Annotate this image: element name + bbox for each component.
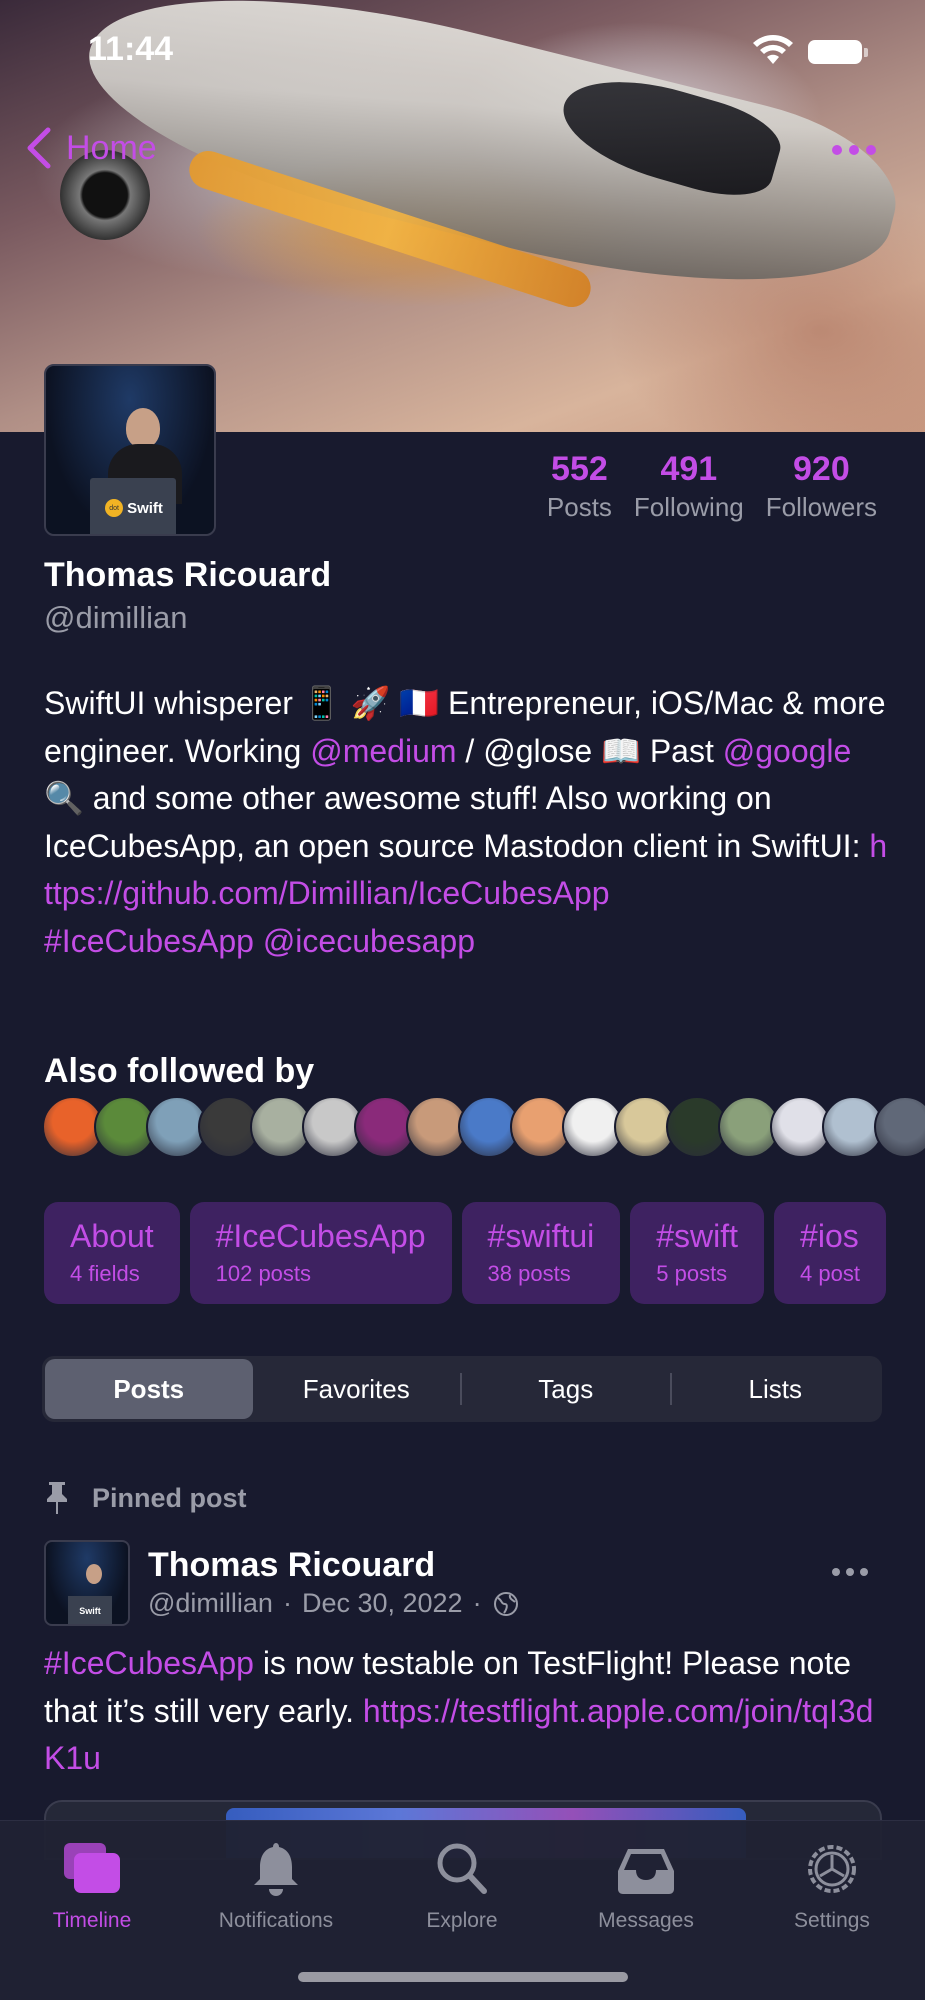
globe-icon: [493, 1591, 518, 1616]
stat-following-label: Following: [633, 491, 744, 522]
timeline-icon: [64, 1843, 120, 1893]
stat-following[interactable]: 491 Following: [633, 450, 744, 523]
also-followed-avatars[interactable]: [42, 1096, 925, 1160]
home-indicator: [298, 1972, 628, 1982]
stat-following-value: 491: [660, 450, 718, 488]
profile-display-name: Thomas Ricouard: [44, 556, 332, 594]
profile-handle: @dimillian: [44, 600, 188, 635]
profile-stats: 552 Posts 491 Following 920 Followers: [546, 450, 877, 523]
pinned-post-label: Pinned post: [92, 1482, 247, 1513]
post-author-name[interactable]: Thomas Ricouard: [148, 1546, 435, 1585]
avatar-logo: dot Swift: [98, 494, 170, 522]
stat-followers-label: Followers: [765, 491, 877, 522]
more-options-icon[interactable]: [832, 138, 882, 162]
follower-avatar[interactable]: [874, 1096, 925, 1158]
bell-icon: [254, 1843, 298, 1896]
avatar-badge: dot: [105, 499, 124, 517]
post-more-options-icon[interactable]: [832, 1568, 868, 1576]
avatar-person-head: [126, 408, 160, 448]
post-date: Dec 30, 2022: [301, 1588, 463, 1618]
tab-posts[interactable]: Posts: [45, 1359, 253, 1419]
bio-link-google[interactable]: @google: [723, 733, 852, 769]
post-body: #IceCubesApp is now testable on TestFlig…: [44, 1645, 874, 1776]
tab-explore[interactable]: Explore: [372, 1839, 552, 1933]
tab-tags[interactable]: Tags: [462, 1359, 670, 1419]
tab-settings[interactable]: Settings: [742, 1839, 922, 1933]
bio-link-medium[interactable]: @medium: [310, 733, 456, 769]
back-button[interactable]: Home: [26, 126, 157, 170]
back-button-label: Home: [66, 128, 157, 167]
profile-avatar[interactable]: dot Swift: [44, 364, 216, 536]
bio-mention[interactable]: @icecubesapp: [263, 923, 475, 959]
bio-hashtag[interactable]: #IceCubesApp: [44, 923, 254, 959]
stat-posts-label: Posts: [546, 491, 612, 522]
profile-bio: SwiftUI whisperer 📱 🚀 🇫🇷 Entrepreneur, i…: [44, 685, 888, 959]
chip-hashtag-icecubesapp[interactable]: #IceCubesApp 102 posts: [189, 1202, 452, 1304]
gear-icon: [808, 1845, 856, 1893]
status-bar: 11:44: [0, 0, 925, 100]
stat-posts[interactable]: 552 Posts: [546, 450, 612, 523]
stat-posts-value: 552: [551, 450, 608, 488]
also-followed-title: Also followed by: [44, 1052, 315, 1090]
chip-about[interactable]: About 4 fields: [44, 1202, 180, 1304]
pinned-post-header: Pinned post: [44, 1480, 247, 1516]
chip-hashtag-swiftui[interactable]: #swiftui 38 posts: [461, 1202, 621, 1304]
battery-icon: [808, 40, 868, 64]
post-author-handle: @dimillian: [148, 1588, 273, 1618]
post-hashtag[interactable]: #IceCubesApp: [44, 1645, 254, 1681]
tab-favorites[interactable]: Favorites: [253, 1359, 461, 1419]
status-time: 11:44: [88, 30, 174, 68]
profile-segmented-control: Posts Favorites Tags Lists: [42, 1356, 882, 1422]
tab-timeline[interactable]: Timeline: [2, 1839, 182, 1933]
tab-messages[interactable]: Messages: [556, 1839, 736, 1933]
post-meta: @dimillian · Dec 30, 2022 ·: [148, 1588, 520, 1619]
chip-hashtag-ios[interactable]: #ios 4 post: [774, 1202, 886, 1304]
chevron-left-icon: [27, 127, 51, 169]
chip-hashtag-swift[interactable]: #swift 5 posts: [630, 1202, 765, 1304]
search-icon: [437, 1843, 487, 1894]
stat-followers[interactable]: 920 Followers: [765, 450, 877, 523]
post-author-avatar[interactable]: Swift: [44, 1540, 130, 1626]
stat-followers-value: 920: [793, 450, 850, 488]
tab-lists[interactable]: Lists: [672, 1359, 880, 1419]
profile-chips: About 4 fields #IceCubesApp 102 posts #s…: [44, 1202, 886, 1304]
tray-icon: [618, 1849, 674, 1894]
pin-icon: [47, 1482, 67, 1514]
tab-notifications[interactable]: Notifications: [186, 1839, 366, 1933]
wifi-icon: [753, 35, 793, 64]
